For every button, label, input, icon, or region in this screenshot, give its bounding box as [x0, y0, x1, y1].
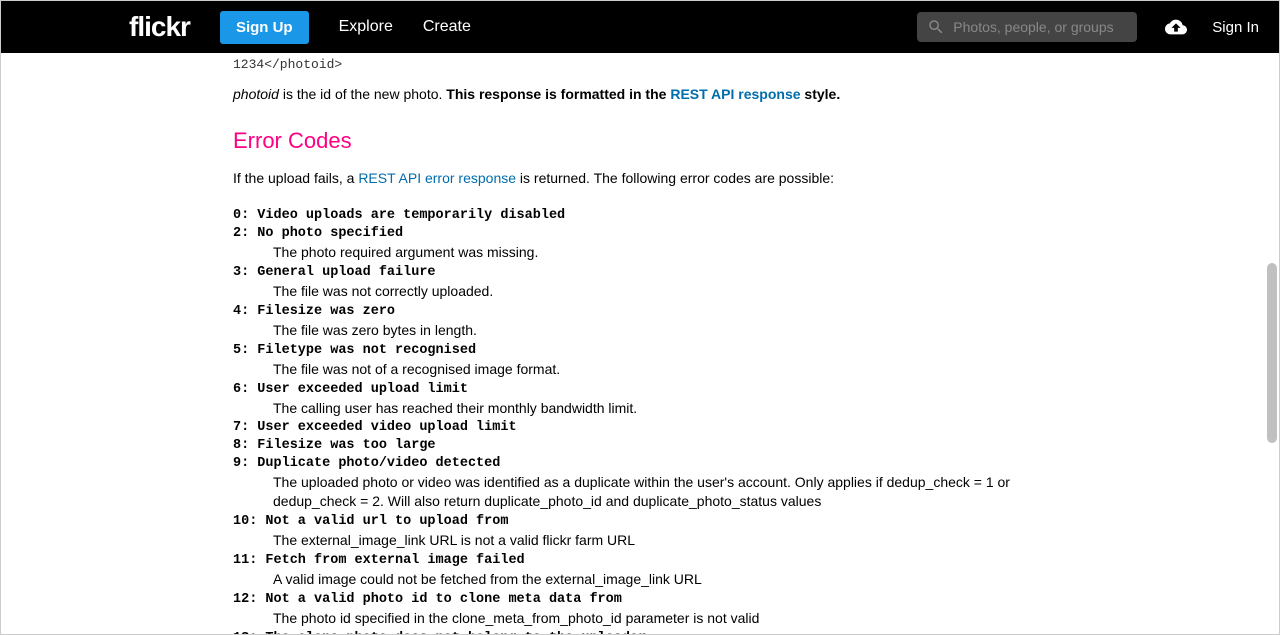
error-description: The calling user has reached their month…	[273, 399, 1033, 418]
intro-text-mid: is the id of the new photo.	[279, 86, 446, 102]
error-intro-suffix: is returned. The following error codes a…	[516, 170, 834, 186]
error-description: The file was not correctly uploaded.	[273, 282, 1033, 301]
error-description: The uploaded photo or video was identifi…	[273, 473, 1033, 511]
intro-bold-1: This response is formatted in the	[446, 86, 670, 102]
upload-icon[interactable]	[1162, 16, 1190, 38]
nav-explore[interactable]: Explore	[339, 18, 393, 36]
sign-up-button[interactable]: Sign Up	[220, 11, 309, 44]
error-code: 6: User exceeded upload limit	[233, 382, 1053, 397]
error-code: 9: Duplicate photo/video detected	[233, 456, 1053, 471]
error-code: 12: Not a valid photo id to clone meta d…	[233, 592, 1053, 607]
sign-in-link[interactable]: Sign In	[1212, 19, 1259, 36]
intro-bold-2: style.	[801, 86, 841, 102]
code-fragment: 1234</photoid>	[233, 57, 1053, 72]
main-content: 1234</photoid> photoid is the id of the …	[233, 53, 1053, 635]
error-intro-prefix: If the upload fails, a	[233, 170, 358, 186]
error-code: 7: User exceeded video upload limit	[233, 420, 1053, 435]
error-code: 4: Filesize was zero	[233, 304, 1053, 319]
flickr-logo[interactable]: flickr	[129, 11, 190, 43]
error-codes-heading: Error Codes	[233, 128, 1053, 154]
nav-create[interactable]: Create	[423, 18, 471, 36]
error-code: 10: Not a valid url to upload from	[233, 514, 1053, 529]
error-code: 3: General upload failure	[233, 265, 1053, 280]
error-intro: If the upload fails, a REST API error re…	[233, 170, 1053, 186]
error-description: The photo required argument was missing.	[273, 243, 1033, 262]
rest-api-response-link[interactable]: REST API response	[670, 86, 800, 102]
error-description: The photo id specified in the clone_meta…	[273, 609, 1033, 628]
search-input[interactable]	[953, 19, 1127, 35]
error-code: 8: Filesize was too large	[233, 438, 1053, 453]
error-code: 2: No photo specified	[233, 226, 1053, 241]
error-description: The external_image_link URL is not a val…	[273, 531, 1033, 550]
error-code-list: 0: Video uploads are temporarily disable…	[233, 208, 1053, 635]
rest-api-error-response-link[interactable]: REST API error response	[358, 170, 516, 186]
error-code: 11: Fetch from external image failed	[233, 553, 1053, 568]
error-description: A valid image could not be fetched from …	[273, 570, 1033, 589]
error-code: 13: The clone photo does not belong to t…	[233, 631, 1053, 635]
search-icon	[927, 18, 945, 36]
search-container[interactable]	[917, 12, 1137, 42]
error-code: 5: Filetype was not recognised	[233, 343, 1053, 358]
intro-italic: photoid	[233, 86, 279, 102]
error-description: The file was not of a recognised image f…	[273, 360, 1033, 379]
top-navigation: flickr Sign Up Explore Create Sign In	[1, 1, 1279, 53]
error-description: The file was zero bytes in length.	[273, 321, 1033, 340]
intro-paragraph: photoid is the id of the new photo. This…	[233, 86, 1053, 102]
error-code: 0: Video uploads are temporarily disable…	[233, 208, 1053, 223]
scrollbar-thumb[interactable]	[1267, 263, 1277, 443]
